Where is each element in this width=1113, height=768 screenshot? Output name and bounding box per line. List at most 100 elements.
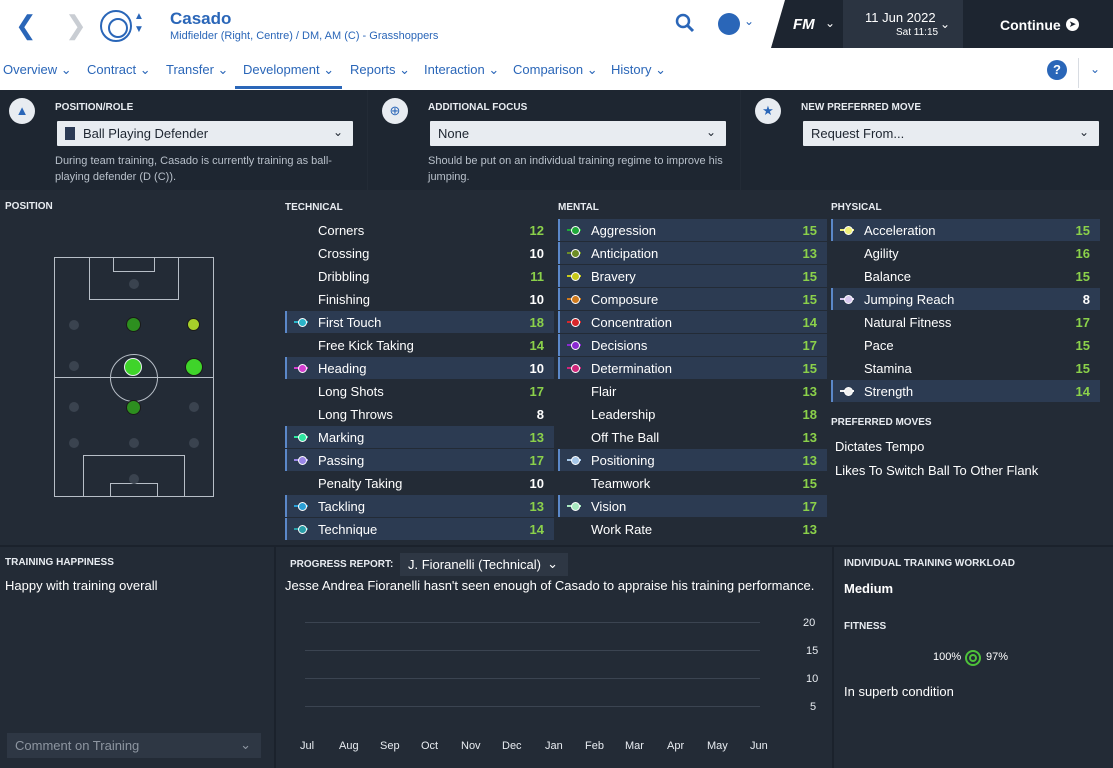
workload-value[interactable]: Medium <box>844 581 893 596</box>
x-tick: Jul <box>300 740 315 752</box>
technical-title: TECHNICAL <box>285 202 343 213</box>
workload-title: INDIVIDUAL TRAINING WORKLOAD <box>844 558 1015 569</box>
player-switch-icon[interactable]: ▲ ▼ <box>134 10 144 36</box>
attribute-row[interactable]: Agility 16 <box>831 242 1100 264</box>
chevron-down-icon[interactable]: ⌄ <box>744 14 754 28</box>
training-focus-icon <box>294 364 308 373</box>
condition-value: 97% <box>986 651 1009 663</box>
attribute-name: Pace <box>864 338 894 353</box>
attribute-name: Positioning <box>591 453 655 468</box>
tab-overview[interactable]: Overview ⌄ <box>3 62 72 78</box>
tab-contract[interactable]: Contract ⌄ <box>87 62 151 78</box>
attribute-row[interactable]: Teamwork 15 <box>558 472 827 494</box>
tab-interaction[interactable]: Interaction ⌄ <box>424 62 499 78</box>
attribute-value: 13 <box>802 246 817 261</box>
attribute-name: Heading <box>318 361 367 376</box>
star-icon: ★ <box>755 98 781 124</box>
coach-select[interactable]: J. Fioranelli (Technical) ⌄ <box>400 553 568 576</box>
divider <box>0 545 1113 547</box>
attribute-row[interactable]: Long Throws 8 <box>285 403 554 425</box>
position-marker <box>69 402 79 412</box>
attribute-row[interactable]: Bravery 15 <box>558 265 827 287</box>
position-role-select[interactable]: Ball Playing Defender ⌄ <box>57 121 353 146</box>
attribute-row[interactable]: Determination 15 <box>558 357 827 379</box>
attribute-row[interactable]: Pace 15 <box>831 334 1100 356</box>
attribute-row[interactable]: Technique 14 <box>285 518 554 540</box>
new-move-select[interactable]: Request From... ⌄ <box>803 121 1099 146</box>
globe-icon[interactable] <box>718 13 740 35</box>
attribute-name: Aggression <box>591 223 657 238</box>
comment-on-training-button[interactable]: Comment on Training ⌄ <box>7 733 261 758</box>
club-badge-icon[interactable] <box>100 10 132 42</box>
header: ❮ ❯ ▲ ▼ Casado Midfielder (Right, Centre)… <box>0 0 1113 90</box>
y-tick: 15 <box>806 645 819 657</box>
attribute-name: Tackling <box>318 499 365 514</box>
attribute-value: 18 <box>529 315 544 330</box>
tab-development[interactable]: Development ⌄ <box>243 62 334 78</box>
role-swatch-icon <box>65 127 75 140</box>
attribute-row[interactable]: Natural Fitness 17 <box>831 311 1100 333</box>
attribute-row[interactable]: Concentration 14 <box>558 311 827 333</box>
goal-box-top <box>113 258 155 272</box>
attribute-row[interactable]: Work Rate 13 <box>558 518 827 540</box>
attribute-row[interactable]: Finishing 10 <box>285 288 554 310</box>
attribute-row[interactable]: Stamina 15 <box>831 357 1100 379</box>
attribute-value: 16 <box>1075 246 1090 261</box>
attribute-row[interactable]: Flair 13 <box>558 380 827 402</box>
back-arrow-icon[interactable]: ❮ <box>15 10 37 40</box>
attribute-value: 15 <box>802 292 817 307</box>
tab-transfer[interactable]: Transfer ⌄ <box>166 62 228 78</box>
training-focus-icon <box>840 295 854 304</box>
chevron-down-icon[interactable]: ⌄ <box>940 17 950 31</box>
x-tick: Feb <box>585 740 604 752</box>
continue-button[interactable]: Continue <box>1000 17 1061 33</box>
attribute-row[interactable]: Anticipation 13 <box>558 242 827 264</box>
attribute-row[interactable]: Corners 12 <box>285 219 554 241</box>
position-marker-competent <box>126 317 141 332</box>
attribute-row[interactable]: Vision 17 <box>558 495 827 517</box>
attribute-row[interactable]: Crossing 10 <box>285 242 554 264</box>
training-focus-icon <box>294 456 308 465</box>
x-tick: Oct <box>421 740 439 752</box>
search-icon[interactable] <box>675 13 695 33</box>
attribute-row[interactable]: Long Shots 17 <box>285 380 554 402</box>
attribute-row[interactable]: Decisions 17 <box>558 334 827 356</box>
current-date: 11 Jun 2022 <box>865 10 936 25</box>
attribute-value: 13 <box>802 453 817 468</box>
position-marker <box>69 320 79 330</box>
attribute-name: Strength <box>864 384 914 399</box>
attribute-row[interactable]: Strength 14 <box>831 380 1100 402</box>
attribute-row[interactable]: Composure 15 <box>558 288 827 310</box>
chevron-down-icon[interactable]: ⌄ <box>825 16 835 30</box>
additional-focus-select[interactable]: None ⌄ <box>430 121 726 146</box>
attribute-row[interactable]: Aggression 15 <box>558 219 827 241</box>
attribute-row[interactable]: First Touch 18 <box>285 311 554 333</box>
tab-comparison[interactable]: Comparison ⌄ <box>513 62 598 78</box>
attribute-row[interactable]: Marking 13 <box>285 426 554 448</box>
forward-arrow-icon[interactable]: ❯ <box>65 10 87 40</box>
attribute-row[interactable]: Free Kick Taking 14 <box>285 334 554 356</box>
attribute-row[interactable]: Balance 15 <box>831 265 1100 287</box>
position-marker <box>189 438 199 448</box>
attribute-row[interactable]: Leadership 18 <box>558 403 827 425</box>
tab-reports[interactable]: Reports ⌄ <box>350 62 410 78</box>
help-icon[interactable]: ? <box>1047 60 1067 80</box>
tab-history[interactable]: History ⌄ <box>611 62 666 78</box>
attribute-row[interactable]: Acceleration 15 <box>831 219 1100 241</box>
attribute-row[interactable]: Jumping Reach 8 <box>831 288 1100 310</box>
attribute-row[interactable]: Positioning 13 <box>558 449 827 471</box>
attribute-row[interactable]: Tackling 13 <box>285 495 554 517</box>
continue-arrow-icon[interactable]: ➤ <box>1066 18 1079 31</box>
attribute-row[interactable]: Dribbling 11 <box>285 265 554 287</box>
attribute-name: Dribbling <box>318 269 370 284</box>
fm-logo[interactable]: FM <box>793 16 815 33</box>
attribute-value: 10 <box>529 476 544 491</box>
x-tick: Apr <box>667 740 685 752</box>
attribute-row[interactable]: Off The Ball 13 <box>558 426 827 448</box>
attribute-row[interactable]: Passing 17 <box>285 449 554 471</box>
attribute-row[interactable]: Heading 10 <box>285 357 554 379</box>
attribute-value: 15 <box>1075 223 1090 238</box>
attribute-row[interactable]: Penalty Taking 10 <box>285 472 554 494</box>
position-title: POSITION <box>5 201 53 212</box>
chevron-down-icon[interactable]: ⌄ <box>1090 62 1100 76</box>
